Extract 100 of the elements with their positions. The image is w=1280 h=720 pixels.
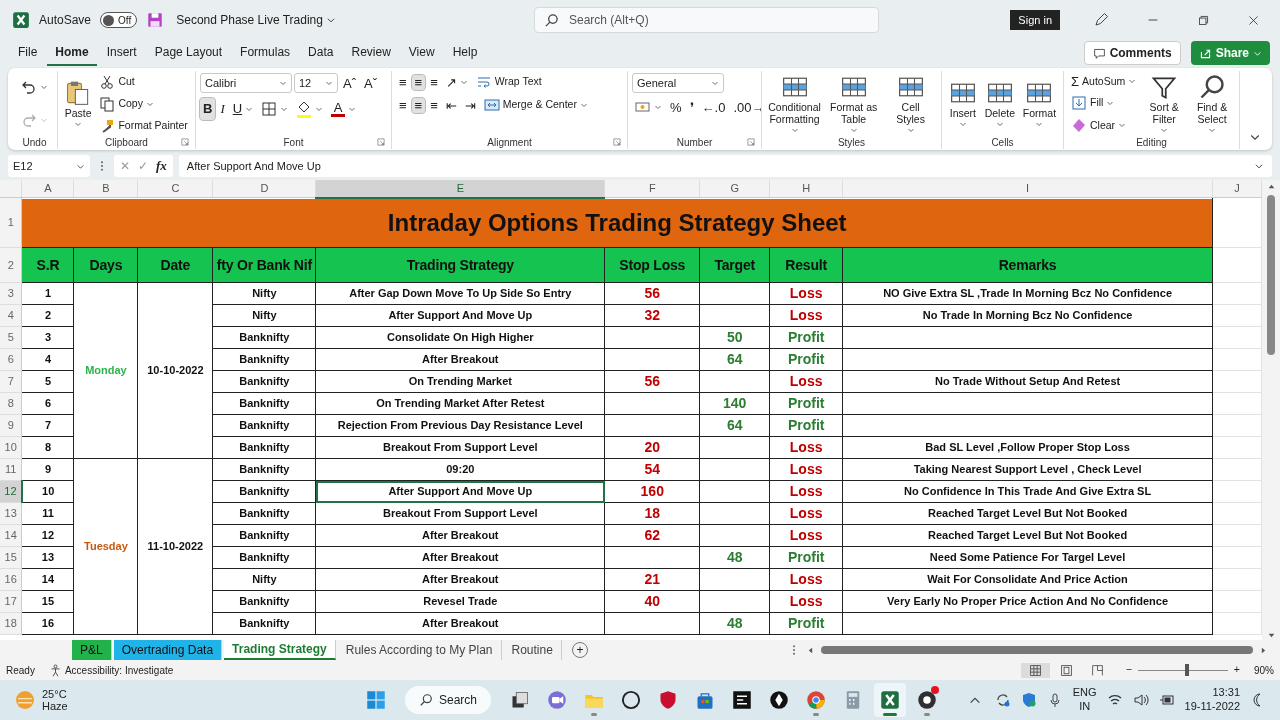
column-letter[interactable]: E (315, 180, 605, 198)
ribbon-button[interactable]: ⇥ (461, 97, 479, 113)
column-letter[interactable]: J (1212, 180, 1262, 198)
zoom-in-button[interactable]: + (1233, 662, 1240, 678)
ribbon-button[interactable]: ≡ (427, 97, 441, 113)
ribbon-button[interactable]: % (667, 99, 685, 115)
sheet-tab[interactable]: Trading Strategy (224, 640, 336, 660)
taskbar-search[interactable]: Search (405, 686, 492, 714)
slider-thumb[interactable] (1185, 664, 1190, 676)
zoom-out-button[interactable]: − (1125, 662, 1132, 678)
name-box[interactable]: E12 (8, 155, 90, 177)
ribbon-tab[interactable]: Help (444, 40, 486, 66)
column-letter[interactable]: F (604, 180, 700, 198)
row-number[interactable]: 11 (0, 458, 22, 481)
ribbon-button[interactable]: ❜ (686, 99, 697, 115)
ribbon-button[interactable]: ≡ (396, 97, 410, 113)
row-number[interactable]: 15 (0, 546, 22, 569)
ribbon-button[interactable]: .00→ (730, 99, 761, 115)
ribbon-tab[interactable]: Home (47, 40, 97, 66)
row-number[interactable]: 1 (0, 197, 22, 248)
row-number[interactable]: 5 (0, 326, 22, 349)
search-field[interactable]: Search (Alt+Q) (533, 7, 879, 33)
ribbon-button[interactable]: ≡ (427, 74, 441, 90)
scroll-up-button[interactable] (1266, 182, 1276, 191)
row-number[interactable]: 4 (0, 304, 22, 327)
column-letter[interactable]: B (73, 180, 138, 198)
ribbon-button[interactable]: Aˇ (361, 75, 380, 91)
ribbon-button[interactable]: ≡ (396, 74, 410, 90)
ribbon-tab[interactable]: View (400, 40, 443, 66)
ribbon-tab[interactable]: Review (343, 40, 399, 66)
row-number[interactable]: 10 (0, 436, 22, 459)
scroll-right-button[interactable] (1259, 645, 1268, 655)
scrollbar-thumb[interactable] (1267, 195, 1275, 355)
ribbon-button[interactable]: Insert (946, 77, 979, 130)
comments-button[interactable]: Comments (1083, 41, 1181, 65)
ribbon-button[interactable]: A (328, 99, 360, 118)
column-letter[interactable]: I (842, 180, 1213, 198)
ribbon-button[interactable]: Find & Select (1189, 71, 1235, 136)
ribbon-button[interactable]: B (200, 98, 216, 120)
ribbon-button[interactable]: Cut (96, 72, 191, 91)
ribbon-button[interactable]: Format as Table (825, 71, 883, 136)
column-letter[interactable]: H (769, 180, 843, 198)
ribbon-button[interactable]: ≡ (411, 74, 426, 90)
ribbon-button[interactable]: ←.0 (698, 99, 729, 115)
ribbon-button[interactable]: Delete (982, 77, 1018, 130)
ribbon-button[interactable]: I (217, 98, 228, 120)
ribbon-tab[interactable]: File (10, 40, 46, 66)
ribbon-button[interactable]: Aˆ (340, 75, 359, 91)
ribbon-button[interactable]: ↗ (442, 74, 471, 90)
column-letter[interactable]: C (137, 180, 213, 198)
sheet-tab[interactable]: P&L (72, 640, 112, 660)
row-number[interactable]: 8 (0, 392, 22, 415)
ribbon-tab[interactable]: Formulas (232, 40, 299, 66)
ribbon-button[interactable]: Format Painter (96, 116, 191, 135)
row-number[interactable]: 7 (0, 370, 22, 393)
ribbon-button[interactable]: U (229, 98, 257, 120)
ribbon-button[interactable]: Format (1020, 77, 1059, 130)
ribbon-button[interactable]: Paste (62, 77, 95, 130)
row-number[interactable]: 9 (0, 414, 22, 437)
ribbon-button[interactable]: Conditional Formatting (766, 71, 824, 136)
ribbon-button[interactable]: Cell Styles (884, 71, 937, 136)
ribbon-button[interactable]: Sort & Filter (1141, 71, 1188, 136)
row-number[interactable]: 2 (0, 247, 22, 283)
taskbar-button[interactable] (874, 683, 907, 717)
ribbon-button[interactable]: Merge & Center (480, 96, 591, 114)
autosave-toggle[interactable]: Off (100, 12, 138, 28)
row-number[interactable]: 6 (0, 348, 22, 371)
ribbon-button[interactable]: Fill (1068, 94, 1140, 113)
scrollbar-thumb[interactable] (820, 646, 1253, 654)
row-number[interactable]: 18 (0, 612, 22, 635)
row-number[interactable]: 17 (0, 590, 22, 613)
ribbon-button[interactable]: Copy (96, 94, 191, 113)
ribbon-tab[interactable]: Insert (98, 40, 145, 66)
ribbon-button[interactable]: Σ AutoSum (1068, 72, 1140, 91)
row-number[interactable]: 16 (0, 568, 22, 591)
dropdown-field[interactable]: 12 (294, 73, 338, 93)
insert-function-button[interactable]: fx (156, 156, 167, 176)
sign-in-button[interactable]: Sign in (1010, 9, 1060, 31)
document-title[interactable]: Second Phase Live Trading (173, 10, 339, 30)
column-letter[interactable]: D (212, 180, 316, 198)
sheet-tab[interactable]: Overtrading Data (113, 640, 223, 660)
row-number[interactable]: 12 (0, 480, 22, 503)
row-number[interactable]: 14 (0, 524, 22, 547)
formula-field[interactable]: After Support And Move Up (178, 155, 1272, 177)
dropdown-field[interactable]: General (632, 73, 724, 93)
row-number[interactable]: 13 (0, 502, 22, 525)
row-number[interactable]: 3 (0, 282, 22, 305)
view-button[interactable] (1020, 662, 1050, 678)
column-letter[interactable]: A (22, 180, 74, 198)
ribbon-button[interactable]: ≡ (411, 97, 426, 113)
ribbon-tab[interactable]: Page Layout (146, 40, 231, 66)
ribbon-button[interactable]: Wrap Text (472, 73, 545, 91)
share-button[interactable]: Share (1190, 41, 1270, 65)
ribbon-button[interactable]: ⇤ (442, 97, 460, 113)
accessibility-button[interactable]: Accessibility: Investigate (48, 662, 174, 678)
ribbon-button[interactable]: Clear (1068, 116, 1140, 135)
ribbon-tab[interactable]: Data (300, 40, 342, 66)
column-letter[interactable]: G (699, 180, 770, 198)
scroll-down-button[interactable] (1266, 631, 1276, 640)
dropdown-field[interactable]: Calibri (200, 73, 292, 93)
